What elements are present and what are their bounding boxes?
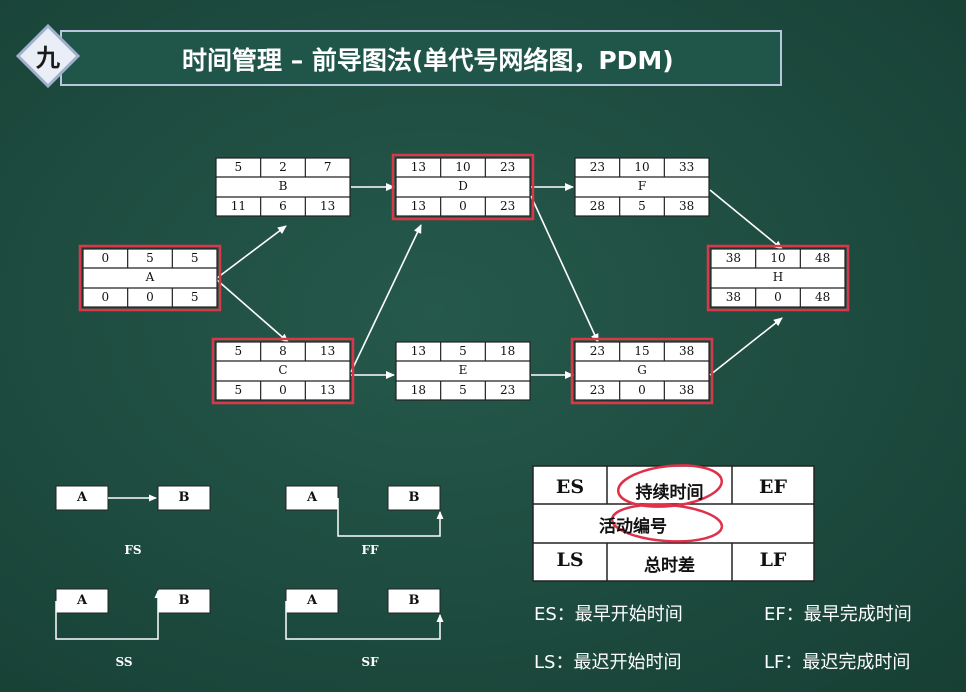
node-b-float: 6: [279, 199, 287, 213]
node-g-es: 23: [589, 344, 605, 358]
node-c-ls: 5: [234, 383, 243, 397]
node-b-ls: 11: [230, 199, 246, 213]
node-g-float: 0: [638, 383, 646, 397]
node-g-lf: 38: [679, 383, 695, 397]
node-c-lf: 13: [320, 383, 336, 397]
node-a-duration: 5: [146, 251, 154, 265]
node-c-ef: 13: [320, 344, 336, 358]
node-d-es: 13: [410, 160, 426, 174]
node-b-ef: 7: [323, 160, 332, 174]
node-a-ef: 5: [190, 251, 199, 265]
node-b-label: B: [278, 179, 288, 193]
node-b-lf: 13: [320, 199, 336, 213]
legend-ls: LS: [556, 549, 584, 571]
legend-ef: EF: [759, 476, 787, 498]
node-b-es: 5: [234, 160, 243, 174]
dep-ff-to: B: [408, 490, 420, 505]
node-d-ls: 13: [410, 199, 426, 213]
node-a-float: 0: [146, 290, 154, 304]
node-a-ls: 0: [101, 290, 110, 304]
node-f-ef: 33: [679, 160, 695, 174]
dep-sf-label: SF: [361, 655, 379, 669]
node-d-label: D: [458, 179, 468, 193]
node-e-label: E: [458, 363, 468, 377]
dep-ff-label: FF: [361, 543, 379, 557]
definition-es: ES：最早开始时间: [534, 604, 683, 625]
node-b-duration: 2: [279, 160, 287, 174]
node-d-ef: 23: [500, 160, 516, 174]
node-h-label: H: [772, 270, 784, 284]
dependency-arrow-g-h: [709, 317, 783, 376]
node-e-es: 13: [410, 344, 426, 358]
node-f-lf: 38: [679, 199, 695, 213]
node-g-label: G: [637, 363, 647, 377]
legend-lf: LF: [759, 549, 787, 571]
legend-activity-id: 活动编号: [599, 517, 667, 537]
node-f-es: 23: [589, 160, 605, 174]
dep-fs-label: FS: [124, 543, 142, 557]
node-e-ef: 18: [500, 344, 516, 358]
dep-ss-from: A: [76, 593, 88, 608]
node-d-lf: 23: [500, 199, 516, 213]
node-g-ls: 23: [589, 383, 605, 397]
dependency-arrow-a-b: [216, 225, 287, 279]
dep-ss-label: SS: [115, 655, 133, 669]
dep-sf-from: A: [306, 593, 318, 608]
dep-sf-to: B: [408, 593, 420, 608]
legend-es: ES: [555, 476, 585, 498]
node-c-es: 5: [234, 344, 243, 358]
node-g-ef: 38: [679, 344, 695, 358]
node-f-duration: 10: [634, 160, 650, 174]
node-e-lf: 23: [500, 383, 516, 397]
node-f-label: F: [637, 179, 647, 193]
node-c-float: 0: [279, 383, 287, 397]
node-h-duration: 10: [770, 251, 786, 265]
node-c-duration: 8: [279, 344, 287, 358]
node-f-float: 5: [638, 199, 646, 213]
legend-total-float: 总时差: [644, 556, 695, 576]
node-a-lf: 5: [190, 290, 199, 304]
dep-ff-from: A: [306, 490, 318, 505]
node-e-ls: 18: [410, 383, 426, 397]
dependency-arrow-f-h: [709, 189, 783, 250]
node-a-es: 0: [101, 251, 110, 265]
dep-fs-to: B: [178, 490, 190, 505]
node-e-float: 5: [459, 383, 467, 397]
node-h-ef: 48: [815, 251, 831, 265]
dependency-arrow-a-c: [216, 279, 289, 343]
definition-ef: EF：最早完成时间: [764, 604, 912, 625]
legend-duration: 持续时间: [635, 483, 704, 503]
node-d-duration: 10: [455, 160, 471, 174]
dep-fs-from: A: [76, 490, 88, 505]
dependency-arrow-d-g: [530, 195, 599, 343]
definition-lf: LF：最迟完成时间: [764, 652, 911, 673]
definition-ls: LS：最迟开始时间: [534, 652, 682, 673]
node-a-label: A: [145, 270, 155, 284]
node-e-duration: 5: [459, 344, 467, 358]
node-d-float: 0: [459, 199, 467, 213]
node-h-es: 38: [725, 251, 741, 265]
node-h-ls: 38: [725, 290, 741, 304]
node-h-float: 0: [774, 290, 782, 304]
dep-ss-to: B: [178, 593, 190, 608]
node-h-lf: 48: [815, 290, 831, 304]
node-g-duration: 15: [634, 344, 650, 358]
node-c-label: C: [278, 363, 288, 377]
node-f-ls: 28: [589, 199, 605, 213]
